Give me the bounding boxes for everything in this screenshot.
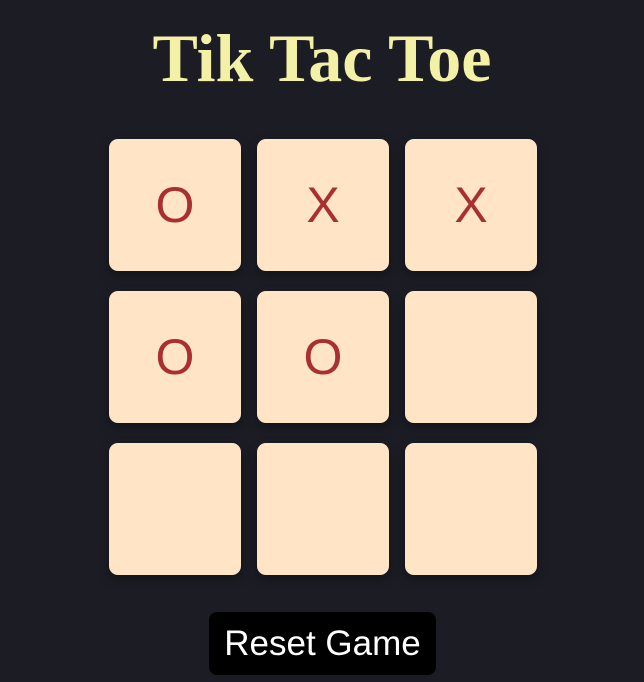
reset-game-button[interactable]: Reset Game xyxy=(209,612,436,675)
board-cell-9[interactable] xyxy=(405,443,537,575)
board-cell-6[interactable] xyxy=(405,291,537,423)
board-cell-7[interactable] xyxy=(109,443,241,575)
game-board: O X X O O xyxy=(109,139,537,575)
board-cell-2[interactable]: X xyxy=(257,139,389,271)
game-title: Tik Tac Toe xyxy=(152,20,492,96)
board-cell-8[interactable] xyxy=(257,443,389,575)
board-cell-3[interactable]: X xyxy=(405,139,537,271)
board-cell-4[interactable]: O xyxy=(109,291,241,423)
board-cell-5[interactable]: O xyxy=(257,291,389,423)
board-cell-1[interactable]: O xyxy=(109,139,241,271)
